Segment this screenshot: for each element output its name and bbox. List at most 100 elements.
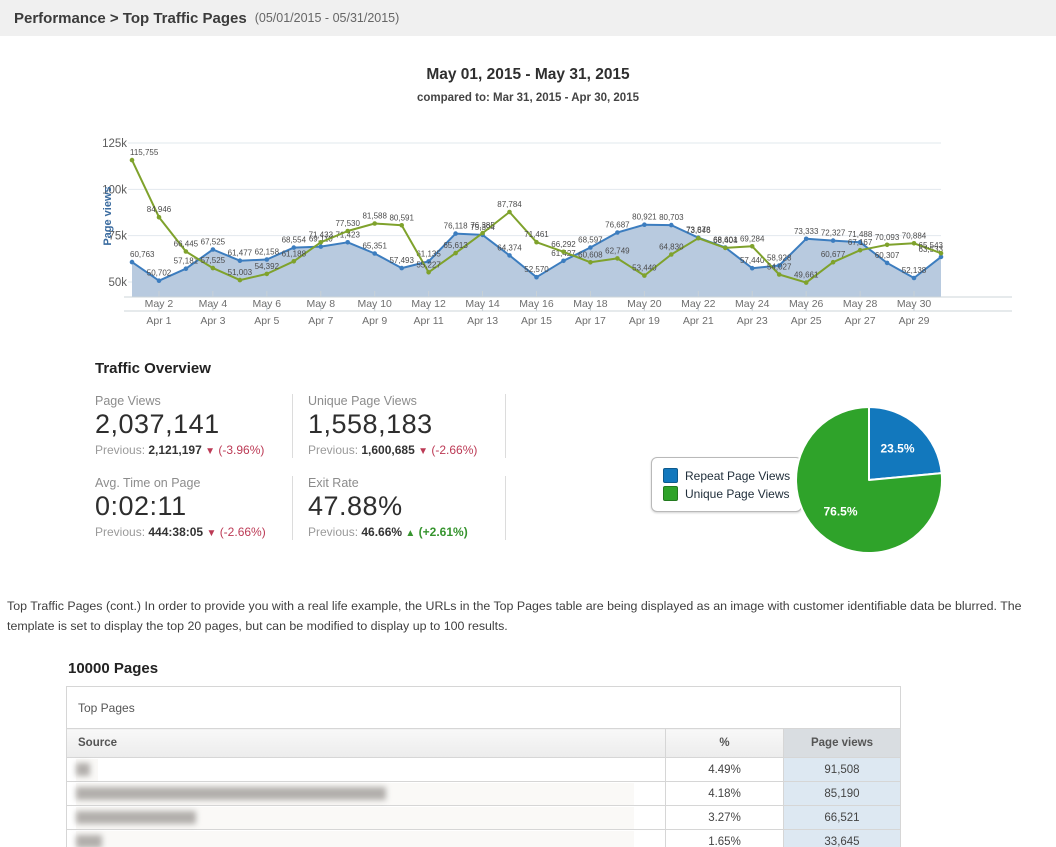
table-row: 3.27% 66,521 (66, 805, 901, 830)
previous-value: 2,121,197 (148, 443, 202, 457)
data-point[interactable] (669, 252, 674, 257)
data-point[interactable] (237, 277, 243, 283)
data-point[interactable] (237, 258, 243, 263)
data-point-label: 57,525 (201, 256, 226, 265)
pie-slice-label: 23.5% (880, 442, 914, 456)
legend-item-unique-page-views[interactable]: Unique Page Views (663, 486, 790, 501)
data-point[interactable] (264, 271, 270, 277)
data-point-label: 81,588 (362, 212, 387, 221)
percent-cell: 3.27% (665, 805, 784, 830)
data-point[interactable] (345, 240, 351, 245)
data-point[interactable] (588, 245, 593, 250)
data-point[interactable] (507, 253, 512, 258)
x-tick-primary: May 16 (519, 298, 554, 310)
metric-divider (292, 476, 293, 540)
data-point[interactable] (183, 266, 189, 271)
chart-subtitle: compared to: Mar 31, 2015 - Apr 30, 2015 (416, 92, 639, 104)
data-point[interactable] (857, 247, 863, 253)
metric-label: Unique Page Views (308, 394, 417, 408)
data-point[interactable] (669, 222, 674, 228)
data-point[interactable] (911, 275, 917, 281)
data-point-label: 50,702 (147, 269, 172, 278)
data-point[interactable] (183, 249, 189, 254)
data-point[interactable] (561, 249, 566, 255)
breadcrumb[interactable]: Performance > Top Traffic Pages (14, 10, 247, 27)
data-point[interactable] (507, 209, 512, 215)
source-cell[interactable] (66, 805, 666, 830)
data-point-label: 53,440 (632, 264, 657, 273)
data-point[interactable] (803, 236, 809, 242)
data-point[interactable] (399, 265, 405, 271)
data-point[interactable] (156, 278, 162, 283)
data-point[interactable] (884, 260, 890, 266)
column-header-source[interactable]: Source (66, 728, 666, 758)
previous-value: 46.66% (361, 525, 403, 539)
x-tick-secondary: Apr 29 (899, 315, 930, 327)
source-cell[interactable] (66, 829, 666, 847)
x-tick-primary: May 6 (253, 298, 282, 310)
source-cell[interactable] (66, 757, 666, 782)
data-point[interactable] (345, 228, 351, 234)
data-point[interactable] (938, 250, 944, 256)
metric-value: 2,037,141 (95, 409, 220, 439)
column-header-page-views[interactable]: Page views (783, 728, 901, 758)
data-point[interactable] (615, 230, 620, 235)
data-point[interactable] (210, 247, 216, 252)
data-point[interactable] (615, 256, 620, 261)
data-point[interactable] (776, 272, 782, 277)
blurred-source-image (76, 782, 634, 805)
data-point[interactable] (561, 258, 566, 264)
data-point[interactable] (803, 280, 809, 285)
data-point[interactable] (749, 244, 755, 249)
data-point[interactable] (291, 259, 297, 264)
data-point[interactable] (399, 223, 405, 228)
data-point-label: 73,646 (686, 226, 711, 235)
source-cell[interactable] (66, 781, 666, 806)
data-point[interactable] (696, 235, 701, 241)
data-point[interactable] (911, 241, 917, 246)
data-point[interactable] (318, 240, 324, 245)
data-point[interactable] (749, 265, 755, 271)
data-point[interactable] (129, 157, 135, 163)
data-point[interactable] (372, 251, 378, 256)
data-point[interactable] (129, 259, 135, 265)
metric-divider (505, 394, 506, 458)
x-tick-secondary: Apr 21 (683, 315, 714, 327)
data-point[interactable] (830, 238, 836, 243)
data-point[interactable] (210, 265, 216, 271)
data-point[interactable] (318, 244, 324, 249)
data-point-label: 80,591 (389, 213, 414, 222)
table-row: 4.18% 85,190 (66, 781, 901, 806)
column-header-percent[interactable]: % (665, 728, 784, 758)
x-tick-secondary: Apr 25 (791, 315, 822, 327)
data-point[interactable] (642, 222, 647, 227)
data-point[interactable] (453, 250, 458, 256)
x-tick-primary: May 20 (627, 298, 662, 310)
data-point[interactable] (830, 259, 836, 265)
x-tick-secondary: Apr 7 (308, 315, 333, 327)
legend-item-repeat-page-views[interactable]: Repeat Page Views (663, 468, 790, 483)
data-point[interactable] (534, 239, 539, 245)
data-point[interactable] (156, 214, 162, 220)
delta-percent: (+2.61%) (418, 525, 468, 539)
data-point-label: 65,613 (443, 241, 468, 250)
metric-unique-page-views: Unique Page Views 1,558,183 Previous: 1,… (308, 394, 498, 457)
data-point[interactable] (723, 245, 728, 251)
data-point-label: 55,227 (416, 260, 441, 269)
data-point[interactable] (884, 242, 890, 248)
pie-legend: Repeat Page Views Unique Page Views (651, 457, 803, 512)
data-point[interactable] (534, 274, 539, 280)
data-point-label: 76,687 (605, 221, 630, 230)
data-point[interactable] (480, 230, 485, 236)
header-date-range: (05/01/2015 - 05/31/2015) (254, 11, 400, 25)
trend-down-icon: ▼ (205, 446, 216, 457)
data-point[interactable] (588, 260, 593, 265)
data-point[interactable] (372, 221, 378, 226)
blurred-url (76, 835, 102, 847)
previous-label: Previous: (95, 443, 146, 457)
data-point[interactable] (642, 273, 647, 278)
data-point[interactable] (453, 231, 458, 236)
data-point[interactable] (426, 270, 431, 275)
legend-label: Repeat Page Views (685, 468, 791, 483)
pages-table-heading: 10000 Pages (68, 660, 159, 677)
